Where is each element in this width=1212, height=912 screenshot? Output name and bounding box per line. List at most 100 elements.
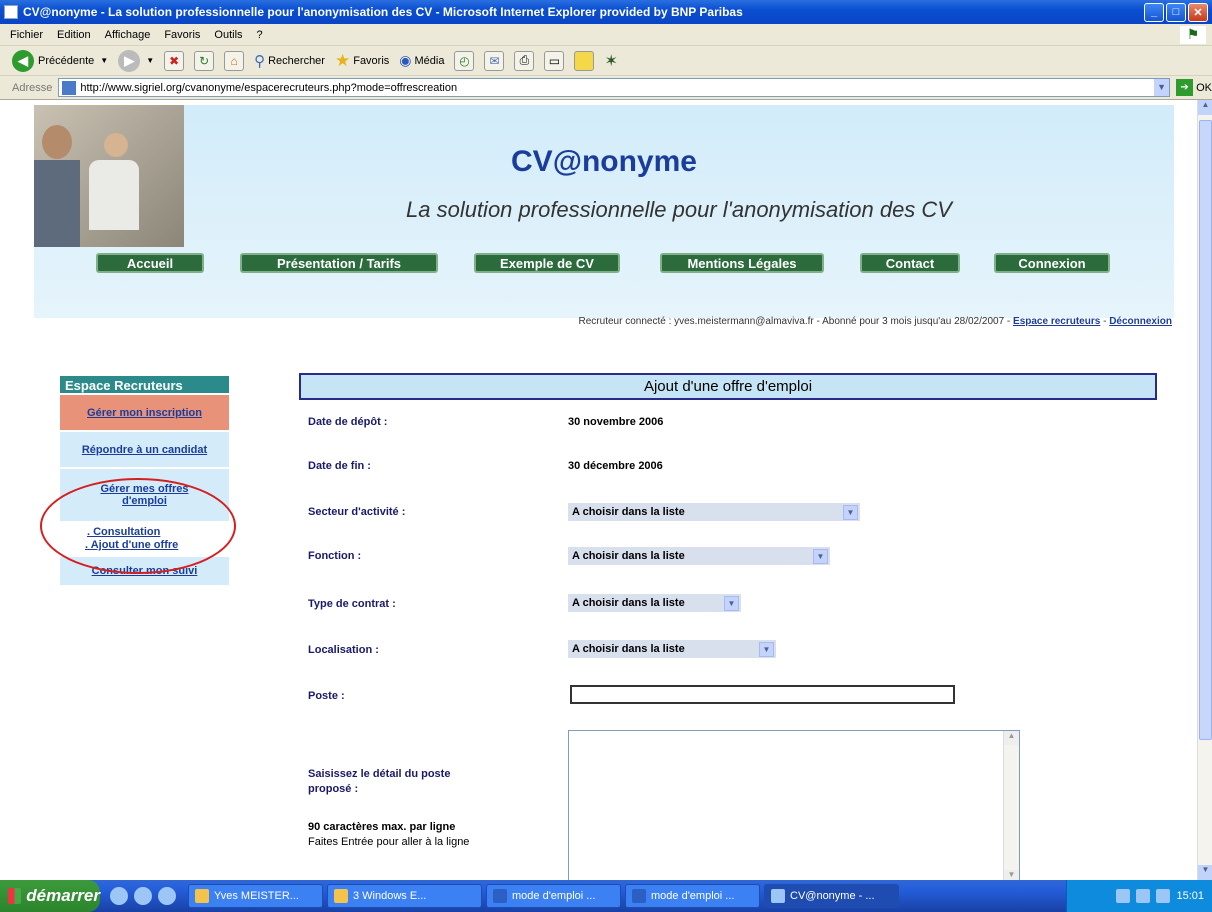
network-icon[interactable] xyxy=(1116,889,1131,903)
login-text: Recruteur connecté : yves.meistermann@al… xyxy=(578,316,1014,327)
quick-launch xyxy=(110,887,176,905)
favorites-label: Favoris xyxy=(353,54,390,67)
secteur-select[interactable]: A choisir dans la liste ▼ xyxy=(567,502,861,522)
media-button[interactable]: ◉ Média xyxy=(399,52,444,69)
nav-mentions[interactable]: Mentions Légales xyxy=(660,253,824,273)
note-max-chars: 90 caractères max. par ligne xyxy=(308,821,456,833)
ie-icon xyxy=(771,889,785,903)
media-quicklaunch-icon[interactable] xyxy=(158,887,176,905)
search-button[interactable]: ⚲ Rechercher xyxy=(254,52,325,70)
poste-label: Poste : xyxy=(308,690,345,702)
nav-exemple-cv[interactable]: Exemple de CV xyxy=(474,253,620,273)
go-button[interactable]: ➔ OK xyxy=(1176,79,1212,96)
star-icon: ★ xyxy=(334,50,351,70)
windows-logo-icon: ⚑ xyxy=(1180,26,1206,44)
chevron-down-icon: ▼ xyxy=(724,596,739,611)
task-mode-emploi-1[interactable]: mode d'emploi ... xyxy=(486,884,621,908)
address-dropdown-icon[interactable]: ▼ xyxy=(1154,79,1170,96)
folder-icon xyxy=(334,889,348,903)
media-icon: ◉ xyxy=(399,52,412,68)
localisation-select[interactable]: A choisir dans la liste ▼ xyxy=(567,639,777,659)
browser-toolbar: ◀ Précédente ▼ ▶ ▼ ✖ ↻ ⌂ ⚲ Rechercher ★ … xyxy=(0,46,1212,76)
nav-accueil[interactable]: Accueil xyxy=(96,253,204,273)
contrat-label: Type de contrat : xyxy=(308,598,396,610)
secteur-select-value: A choisir dans la liste xyxy=(572,506,685,518)
volume-icon[interactable] xyxy=(1156,889,1171,903)
history-icon[interactable]: ◴ xyxy=(454,50,475,71)
localisation-select-value: A choisir dans la liste xyxy=(572,643,685,655)
nav-connexion[interactable]: Connexion xyxy=(994,253,1110,273)
messenger-icon[interactable]: ✶ xyxy=(604,51,617,71)
menu-outils[interactable]: Outils xyxy=(214,29,242,41)
site-nav: Accueil Présentation / Tarifs Exemple de… xyxy=(34,253,1174,273)
textarea-scrollbar[interactable]: ▲ ▼ xyxy=(1003,731,1019,880)
word-icon xyxy=(493,889,507,903)
back-dropdown-icon[interactable]: ▼ xyxy=(100,56,108,65)
address-label: Adresse xyxy=(12,81,53,94)
word-icon xyxy=(632,889,646,903)
edit-icon[interactable]: ▭ xyxy=(544,50,565,71)
maximize-button[interactable]: □ xyxy=(1166,2,1186,22)
windows-flag-icon xyxy=(8,888,22,904)
refresh-icon[interactable]: ↻ xyxy=(194,50,215,71)
secteur-label: Secteur d'activité : xyxy=(308,506,406,518)
date-fin-value: 30 décembre 2006 xyxy=(568,460,663,472)
task-mode-emploi-2[interactable]: mode d'emploi ... xyxy=(625,884,760,908)
fonction-select[interactable]: A choisir dans la liste ▼ xyxy=(567,546,831,566)
system-tray: 15:01 xyxy=(1066,880,1212,912)
task-windows-explorer[interactable]: 3 Windows E... xyxy=(327,884,482,908)
menu-fichier[interactable]: Fichier xyxy=(10,29,43,41)
close-button[interactable]: ✕ xyxy=(1188,2,1208,22)
forward-dropdown-icon[interactable]: ▼ xyxy=(146,56,154,65)
poste-input[interactable] xyxy=(570,685,955,704)
print-icon[interactable]: ⎙ xyxy=(514,50,535,71)
logout-link[interactable]: Déconnexion xyxy=(1109,316,1172,327)
back-button[interactable]: ◀ Précédente ▼ xyxy=(12,49,108,72)
address-input[interactable]: http://www.sigriel.org/cvanonyme/espacer… xyxy=(58,78,1171,97)
desktop-quicklaunch-icon[interactable] xyxy=(134,887,152,905)
chevron-down-icon: ▼ xyxy=(843,505,858,520)
address-bar: Adresse http://www.sigriel.org/cvanonyme… xyxy=(0,76,1212,100)
task-cvanonyme[interactable]: CV@nonyme - ... xyxy=(764,884,899,908)
menu-favoris[interactable]: Favoris xyxy=(164,29,200,41)
help-icon[interactable] xyxy=(1136,889,1151,903)
mail-icon[interactable]: ✉ xyxy=(484,50,505,71)
scroll-up-icon[interactable]: ▲ xyxy=(1198,100,1212,115)
ie-quicklaunch-icon[interactable] xyxy=(110,887,128,905)
go-arrow-icon: ➔ xyxy=(1176,79,1194,96)
contrat-select[interactable]: A choisir dans la liste ▼ xyxy=(567,593,742,613)
task-yves[interactable]: Yves MEISTER... xyxy=(188,884,323,908)
ie-icon xyxy=(4,5,18,19)
start-button[interactable]: démarrer xyxy=(0,880,100,912)
window-title: CV@nonyme - La solution professionnelle … xyxy=(23,5,743,19)
task-label: mode d'emploi ... xyxy=(651,890,735,902)
chevron-down-icon: ▼ xyxy=(813,549,828,564)
scrollbar-thumb[interactable] xyxy=(1199,120,1212,740)
scroll-down-icon[interactable]: ▼ xyxy=(1198,865,1212,880)
menu-edition[interactable]: Edition xyxy=(57,29,91,41)
forward-button[interactable]: ▶ ▼ xyxy=(118,49,154,72)
menu-affichage[interactable]: Affichage xyxy=(105,29,151,41)
page-icon xyxy=(62,80,77,95)
page-scrollbar[interactable]: ▲ ▼ xyxy=(1197,100,1212,880)
favorites-button[interactable]: ★ Favoris xyxy=(335,51,389,71)
sidebar-item-repondre[interactable]: Répondre à un candidat xyxy=(59,431,230,468)
detail-textarea[interactable]: ▲ ▼ xyxy=(568,730,1020,880)
nav-presentation[interactable]: Présentation / Tarifs xyxy=(240,253,438,273)
home-icon[interactable]: ⌂ xyxy=(224,50,245,71)
window-title-bar: CV@nonyme - La solution professionnelle … xyxy=(0,0,1212,24)
nav-contact[interactable]: Contact xyxy=(860,253,960,273)
espace-recruteurs-link[interactable]: Espace recruteurs xyxy=(1013,316,1100,327)
date-fin-label: Date de fin : xyxy=(308,460,371,472)
back-arrow-icon: ◀ xyxy=(12,49,34,72)
clock[interactable]: 15:01 xyxy=(1176,890,1204,902)
sidebar-item-inscription[interactable]: Gérer mon inscription xyxy=(59,394,230,431)
stop-icon[interactable]: ✖ xyxy=(164,50,185,71)
scroll-down-icon[interactable]: ▼ xyxy=(1004,870,1019,880)
minimize-button[interactable]: _ xyxy=(1144,2,1164,22)
scroll-up-icon[interactable]: ▲ xyxy=(1004,731,1019,745)
menu-help[interactable]: ? xyxy=(257,29,263,41)
fonction-select-value: A choisir dans la liste xyxy=(572,550,685,562)
notes-icon[interactable] xyxy=(574,50,595,71)
search-label: Rechercher xyxy=(268,54,325,67)
